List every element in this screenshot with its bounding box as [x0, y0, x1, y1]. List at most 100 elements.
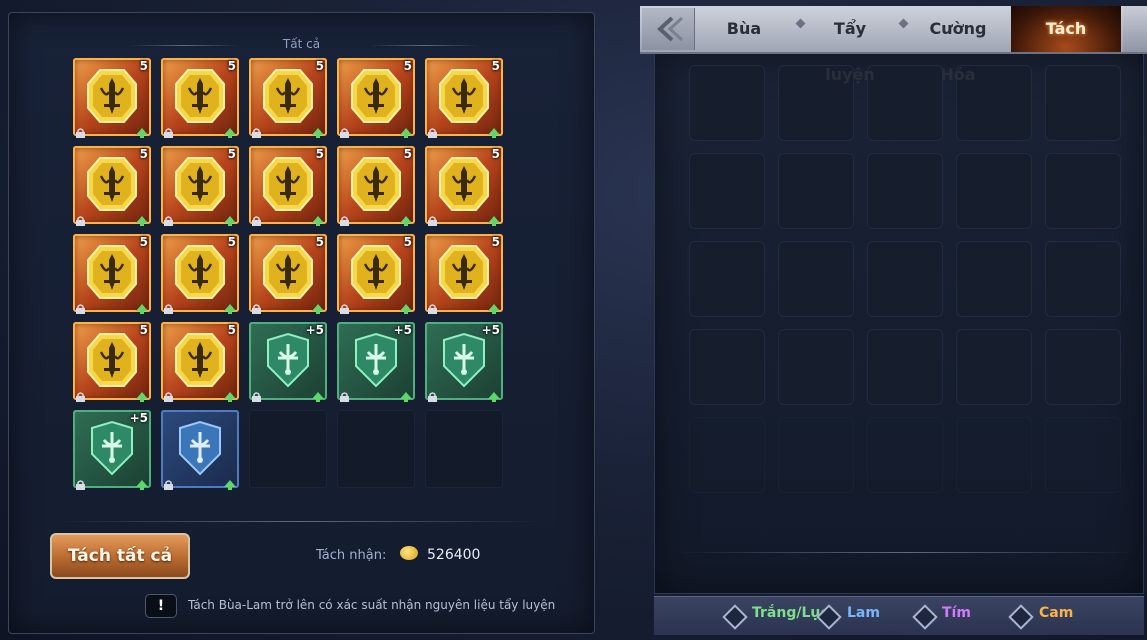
charm-slot[interactable]: 5	[161, 58, 239, 138]
lock-icon[interactable]	[75, 123, 86, 138]
sword-emblem-icon	[438, 68, 490, 124]
enhance-level: 5	[139, 59, 148, 73]
tab-bua[interactable]: Bùa	[700, 6, 788, 52]
tab-cuong-hoa[interactable]: Cường Hóa	[910, 6, 1006, 84]
enhance-level: 5	[403, 235, 412, 249]
lock-icon[interactable]	[339, 387, 350, 402]
enhance-level: 5	[403, 59, 412, 73]
up-arrow-icon	[224, 299, 236, 314]
charm-slot[interactable]: 5	[161, 322, 239, 402]
enhance-level: +5	[481, 323, 500, 337]
result-slot	[956, 153, 1032, 229]
charm-slot[interactable]: 5	[73, 234, 151, 314]
lock-icon[interactable]	[75, 475, 86, 490]
result-slot	[956, 241, 1032, 317]
lock-icon[interactable]	[251, 211, 262, 226]
up-arrow-icon	[488, 299, 500, 314]
tab-tay-luyen[interactable]: Tẩy luyện	[808, 6, 892, 84]
earn-value: 526400	[427, 547, 481, 563]
lock-icon[interactable]	[339, 299, 350, 314]
charm-slot[interactable]: 5	[249, 146, 327, 226]
charm-slot[interactable]: 5	[249, 58, 327, 138]
lock-icon[interactable]	[163, 387, 174, 402]
split-all-button[interactable]: Tách tất cả	[50, 533, 190, 579]
charm-slot[interactable]: 5	[161, 234, 239, 314]
sword-emblem-icon	[262, 156, 314, 212]
lock-icon[interactable]	[163, 123, 174, 138]
lock-icon[interactable]	[251, 299, 262, 314]
result-slot	[778, 417, 854, 493]
up-arrow-icon	[312, 211, 324, 226]
up-arrow-icon	[224, 211, 236, 226]
result-slot	[1045, 329, 1121, 405]
empty-slot	[337, 410, 415, 488]
charm-slot[interactable]: 5	[425, 146, 503, 226]
charm-slot[interactable]: 5	[337, 234, 415, 314]
coin-icon	[400, 546, 418, 560]
charm-slot[interactable]: +5	[425, 322, 503, 402]
result-slot	[1045, 153, 1121, 229]
result-panel	[654, 52, 1144, 594]
sword-emblem-icon	[438, 156, 490, 212]
charm-slot[interactable]: +5	[73, 410, 151, 490]
result-slot	[689, 329, 765, 405]
up-arrow-icon	[136, 475, 148, 490]
lock-icon[interactable]	[251, 123, 262, 138]
sword-emblem-icon	[350, 68, 402, 124]
sword-emblem-icon	[174, 68, 226, 124]
result-slot	[778, 241, 854, 317]
charm-slot[interactable]: +5	[249, 322, 327, 402]
charm-slot[interactable]: 5	[73, 322, 151, 402]
tab-tach[interactable]: Tách	[1011, 6, 1121, 52]
checkbox-white-green[interactable]	[722, 604, 748, 630]
enhance-level: 5	[227, 235, 236, 249]
charm-slot[interactable]	[161, 410, 239, 490]
up-arrow-icon	[312, 299, 324, 314]
lock-icon[interactable]	[339, 211, 350, 226]
charm-slot[interactable]: 5	[73, 58, 151, 138]
checkbox-orange[interactable]	[1008, 604, 1034, 630]
result-slot	[956, 417, 1032, 493]
up-arrow-icon	[400, 387, 412, 402]
charm-slot[interactable]: 5	[337, 58, 415, 138]
result-slot	[867, 153, 943, 229]
lock-icon[interactable]	[163, 299, 174, 314]
lock-icon[interactable]	[163, 211, 174, 226]
sword-emblem-icon	[350, 156, 402, 212]
back-arrow-icon[interactable]	[642, 8, 695, 50]
lock-icon[interactable]	[427, 211, 438, 226]
tab-divider	[898, 18, 909, 29]
lock-icon[interactable]	[251, 387, 262, 402]
checkbox-purple[interactable]	[912, 604, 938, 630]
lock-icon[interactable]	[339, 123, 350, 138]
notice-text: Tách Bùa-Lam trở lên có xác suất nhận ng…	[188, 598, 556, 612]
charm-slot[interactable]: 5	[73, 146, 151, 226]
result-separator	[676, 552, 1136, 553]
enhance-level: 5	[227, 323, 236, 337]
lock-icon[interactable]	[75, 299, 86, 314]
enhance-level: 5	[227, 59, 236, 73]
charm-slot[interactable]: 5	[337, 146, 415, 226]
charm-slot[interactable]: 5	[249, 234, 327, 314]
charm-slot[interactable]: 5	[425, 58, 503, 138]
lock-icon[interactable]	[427, 387, 438, 402]
shield-emblem-icon	[174, 420, 226, 476]
result-slot	[867, 241, 943, 317]
result-slot	[689, 153, 765, 229]
shield-emblem-icon	[350, 332, 402, 388]
sword-emblem-icon	[438, 244, 490, 300]
up-arrow-icon	[224, 387, 236, 402]
lock-icon[interactable]	[427, 299, 438, 314]
up-arrow-icon	[488, 387, 500, 402]
enhance-level: 5	[315, 59, 324, 73]
up-arrow-icon	[488, 123, 500, 138]
lock-icon[interactable]	[75, 211, 86, 226]
lock-icon[interactable]	[75, 387, 86, 402]
filter-title[interactable]: Tất cả	[9, 37, 594, 51]
lock-icon[interactable]	[163, 475, 174, 490]
charm-slot[interactable]: +5	[337, 322, 415, 402]
result-slot	[778, 329, 854, 405]
charm-slot[interactable]: 5	[161, 146, 239, 226]
lock-icon[interactable]	[427, 123, 438, 138]
charm-slot[interactable]: 5	[425, 234, 503, 314]
